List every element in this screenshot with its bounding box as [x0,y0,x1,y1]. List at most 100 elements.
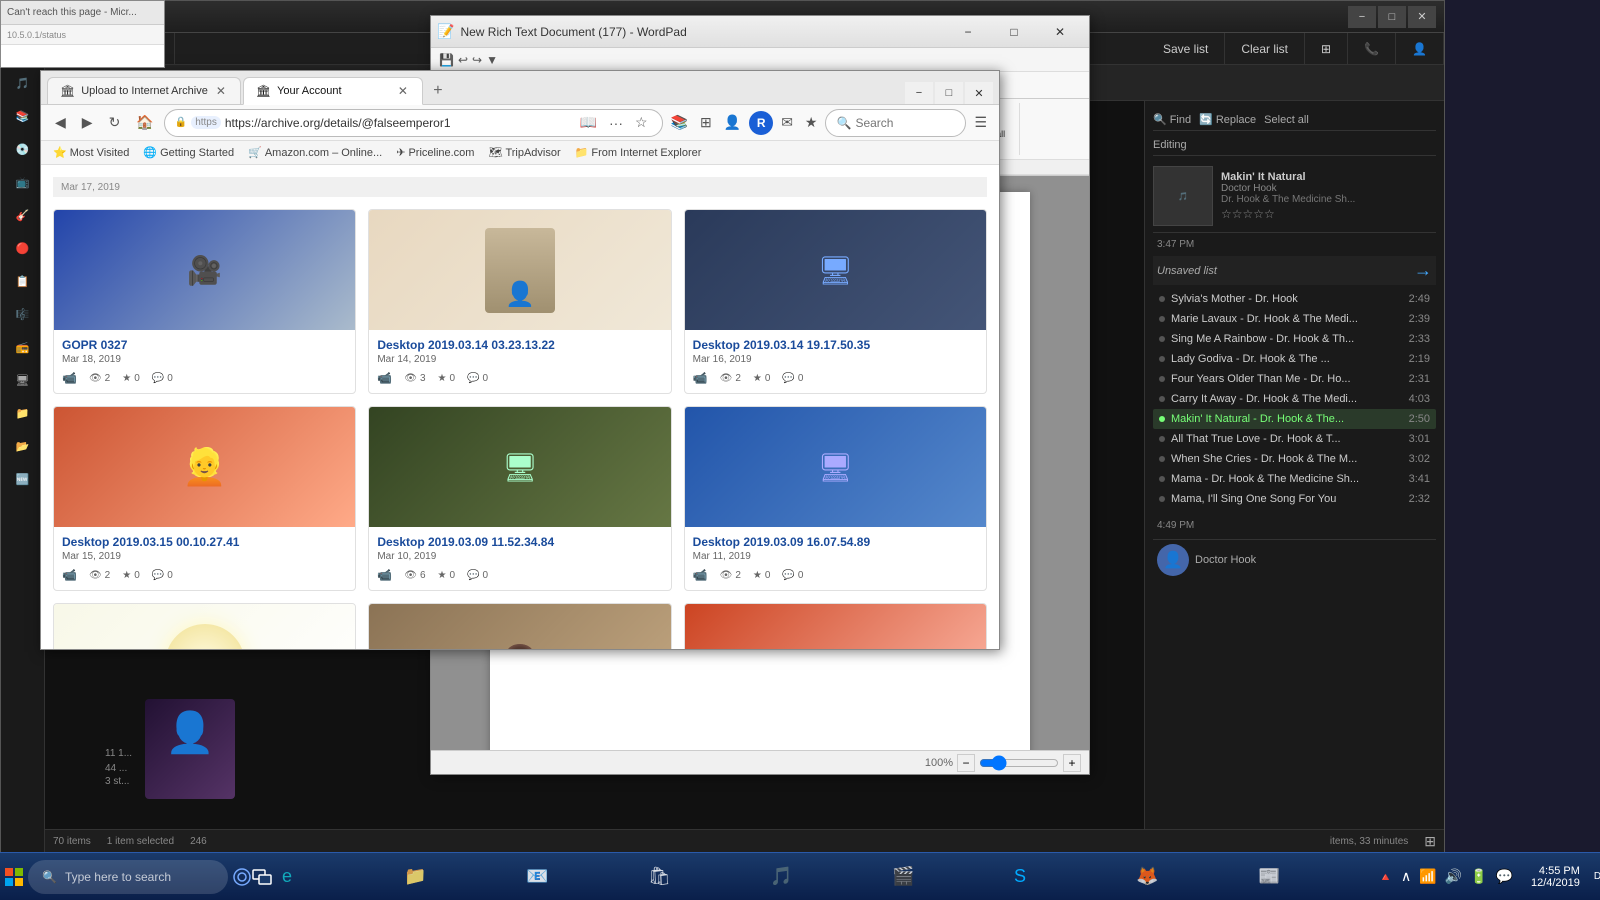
zoom-in-button[interactable]: + [1063,754,1081,772]
song-item-4[interactable]: Four Years Older Than Me - Dr. Ho... 2:3… [1153,369,1436,389]
sidebar-nav-item-1[interactable]: 🎵 [1,69,45,98]
tray-notifications[interactable]: 💬 [1494,866,1515,887]
tray-icon-battery[interactable]: 🔋 [1468,866,1489,887]
library-button[interactable]: 📚 [667,110,692,135]
replace-button[interactable]: 🔄 Replace [1199,113,1256,126]
wordpad-undo-quick[interactable]: ↩ [458,53,468,67]
tray-icon-malwarebytes[interactable]: 🔺 [1376,868,1395,886]
sidebar-nav-item-4[interactable]: 📺 [1,168,45,197]
song-item-10[interactable]: Mama, I'll Sing One Song For You 2:32 [1153,489,1436,509]
browser-minimize-button[interactable]: − [905,82,933,104]
wmp-person-button[interactable]: 👤 [1396,33,1444,64]
wmp-minimize-button[interactable]: − [1348,6,1376,28]
song-item-8[interactable]: When She Cries - Dr. Hook & The M... 3:0… [1153,449,1436,469]
song-item-1[interactable]: Marie Lavaux - Dr. Hook & The Medi... 2:… [1153,309,1436,329]
address-input[interactable] [225,116,572,130]
browser-back-button[interactable]: ◀ [49,110,72,135]
taskbar-app-mail[interactable]: 📧 [516,855,636,899]
taskbar-app-news[interactable]: 📰 [1248,855,1368,899]
browser-maximize-button[interactable]: □ [935,82,963,104]
wordpad-close-button[interactable]: ✕ [1037,16,1083,48]
archive-item-desktop-03-15[interactable]: 👱 Desktop 2019.03.15 00.10.27.41 Mar 15,… [53,406,356,591]
address-bar[interactable]: 🔒 https 📖 ··· ☆ [164,109,663,137]
sidebar-nav-item-9[interactable]: 📻 [1,333,45,362]
pocket-button[interactable]: ✉ [777,110,797,135]
taskbar-desktop-label[interactable]: Desktop [1588,871,1600,882]
wordpad-redo-quick[interactable]: ↪ [472,53,482,67]
sidebar-nav-item-3[interactable]: 💿 [1,135,45,164]
bookmark-getting-started[interactable]: 🌐 Getting Started [139,145,238,160]
zoom-out-button[interactable]: − [957,754,975,772]
grid-view-button[interactable]: ⊞ [1424,833,1436,850]
browser-close-button[interactable]: ✕ [965,82,993,104]
song-item-0[interactable]: Sylvia's Mother - Dr. Hook 2:49 [1153,289,1436,309]
bookmark-amazon[interactable]: 🛒 Amazon.com – Online... [244,145,386,160]
archive-item-desktop-03-06[interactable]: 🍕 Desktop 2019.03.06 11.42.54.41 Mar 7, … [684,603,987,649]
sidebar-nav-item-6[interactable]: 🔴 [1,234,45,263]
wmp-close-button[interactable]: ✕ [1408,6,1436,28]
tab-upload-close[interactable]: ✕ [214,84,228,98]
sidebar-button[interactable]: ⊞ [696,110,716,135]
tray-icon-volume[interactable]: 🔊 [1443,866,1464,887]
tab-account[interactable]: 🏛 Your Account ✕ [243,77,423,105]
tray-chevron[interactable]: ∧ [1399,866,1413,887]
song-item-3[interactable]: Lady Godiva - Dr. Hook & The ... 2:19 [1153,349,1436,369]
song-item-2[interactable]: Sing Me A Rainbow - Dr. Hook & Th... 2:3… [1153,329,1436,349]
menu-button[interactable]: ☰ [970,110,991,135]
wordpad-maximize-button[interactable]: □ [991,16,1037,48]
song-item-7[interactable]: All That True Love - Dr. Hook & T... 3:0… [1153,429,1436,449]
bookmark-tripadvisor[interactable]: 🗺 TripAdvisor [484,145,564,160]
start-button[interactable] [4,855,24,899]
select-all-button[interactable]: Select all [1264,114,1309,126]
taskbar-app-store[interactable]: 🛍 [638,855,758,899]
reader-view-button[interactable]: R [749,111,773,135]
taskbar-app-firefox[interactable]: 🦊 [1126,855,1246,899]
taskbar-search-box[interactable]: 🔍 [28,860,228,894]
archive-item-gopr0299[interactable]: GOPR 0299 Mar 11, 2019 📹 👁14 ★0 💬0 [53,603,356,649]
browser-forward-button[interactable]: ▶ [76,110,99,135]
sidebar-nav-item-10[interactable]: 🖥 [1,366,45,395]
browser-refresh-button[interactable]: ↻ [103,110,127,135]
star-ext-button[interactable]: ★ [801,110,822,135]
sidebar-nav-item-8[interactable]: 🎼 [1,300,45,329]
wmp-clear-list-button[interactable]: Clear list [1225,33,1305,64]
sidebar-nav-item-11[interactable]: 📁 [1,399,45,428]
sidebar-nav-item-2[interactable]: 📚 [1,102,45,131]
search-input[interactable] [855,116,955,130]
browser-home-button[interactable]: 🏠 [130,110,159,135]
taskbar-search-input[interactable] [65,870,215,884]
song-item-6[interactable]: Makin' It Natural - Dr. Hook & The... 2:… [1153,409,1436,429]
taskbar-app-groove[interactable]: 🎵 [760,855,880,899]
wordpad-save-quick[interactable]: 💾 [439,53,454,67]
taskbar-app-vlc[interactable]: 🎬 [882,855,1002,899]
sidebar-nav-item-5[interactable]: 🎸 [1,201,45,230]
new-tab-button[interactable]: + [425,78,451,104]
taskbar-app-explorer[interactable]: 📁 [394,855,514,899]
bookmark-button[interactable]: ☆ [631,110,652,135]
tab-upload[interactable]: 🏛 Upload to Internet Archive ✕ [47,77,241,104]
archive-item-gopr0327[interactable]: 🎥 GOPR 0327 Mar 18, 2019 📹 👁 2 [53,209,356,394]
tab-account-close[interactable]: ✕ [396,84,410,98]
reader-mode-button[interactable]: 📖 [576,110,601,135]
sidebar-nav-item-12[interactable]: 📂 [1,432,45,461]
cortana-button[interactable] [232,855,252,899]
archive-item-desktop-03-14-03[interactable]: 👤 Desktop 2019.03.14 03.23.13.22 Mar 14,… [368,209,671,394]
archive-item-desktop-03-09-11[interactable]: 🖥 Desktop 2019.03.09 11.52.34.84 Mar 10,… [368,406,671,591]
song-item-9[interactable]: Mama - Dr. Hook & The Medicine Sh... 3:4… [1153,469,1436,489]
archive-item-desktop-03-14-19[interactable]: 🖥 Desktop 2019.03.14 19.17.50.35 Mar 16,… [684,209,987,394]
search-bar[interactable]: 🔍 [825,109,966,137]
list-expand-icon[interactable]: → [1414,260,1432,281]
song-item-5[interactable]: Carry It Away - Dr. Hook & The Medi... 4… [1153,389,1436,409]
task-view-button[interactable] [252,855,272,899]
wmp-save-list-button[interactable]: Save list [1147,33,1225,64]
zoom-slider[interactable] [979,755,1059,771]
bookmark-priceline[interactable]: ✈ Priceline.com [392,145,478,160]
sidebar-nav-item-7[interactable]: 📋 [1,267,45,296]
tray-icon-network[interactable]: 📶 [1417,866,1438,887]
bookmark-ie[interactable]: 📁 From Internet Explorer [571,145,706,160]
wmp-format-button[interactable]: ⊞ [1305,33,1348,64]
taskbar-app-skype[interactable]: S [1004,855,1124,899]
taskbar-app-ie[interactable]: e [272,855,392,899]
wmp-maximize-button[interactable]: □ [1378,6,1406,28]
wordpad-minimize-button[interactable]: − [945,16,991,48]
